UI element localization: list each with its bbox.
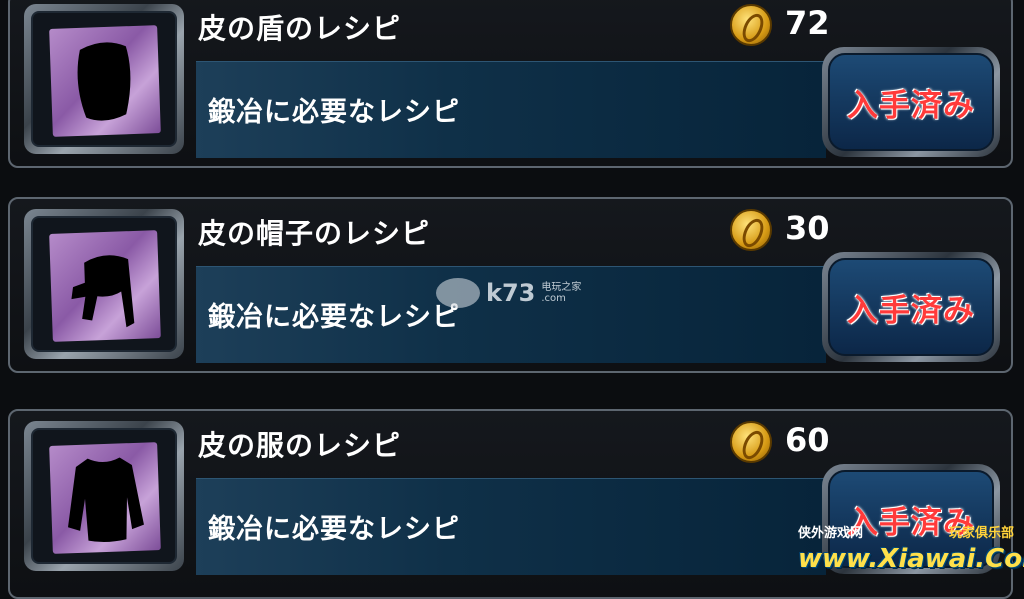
coin-icon bbox=[730, 421, 772, 463]
recipe-name: 皮の服のレシピ bbox=[198, 429, 402, 462]
xiawai-watermark-right: 玩家俱乐部 bbox=[948, 526, 1014, 541]
recipe-description: 鍛冶に必要なレシピ bbox=[208, 514, 460, 545]
coin-icon bbox=[730, 4, 772, 46]
recipe-icon-frame bbox=[24, 209, 184, 359]
recipe-scroll-icon bbox=[49, 25, 161, 137]
recipe-icon-frame bbox=[24, 421, 184, 571]
recipe-cost: 30 bbox=[785, 209, 830, 247]
shield-silhouette-icon bbox=[77, 42, 131, 121]
obtained-button[interactable]: 入手済み bbox=[822, 47, 1000, 157]
clothes-silhouette-icon bbox=[68, 457, 144, 542]
k73-watermark: k73 电玩之家 .com bbox=[436, 278, 581, 308]
hat-silhouette-icon bbox=[71, 255, 135, 328]
xiawai-watermark-url: www.Xiawai.Com bbox=[798, 544, 1024, 574]
recipe-description: 鍛冶に必要なレシピ bbox=[208, 97, 460, 128]
recipe-scroll-icon bbox=[49, 442, 161, 554]
recipe-row: 皮の盾のレシピ 72 鍛冶に必要なレシピ 入手済み bbox=[8, 0, 1013, 168]
xiawai-watermark-left: 侠外游戏网 bbox=[798, 526, 864, 541]
k73-watermark-sub: 电玩之家 bbox=[541, 282, 582, 293]
gamepad-logo-icon bbox=[436, 278, 480, 308]
obtained-button[interactable]: 入手済み bbox=[822, 252, 1000, 362]
description-bar: 鍛冶に必要なレシピ bbox=[196, 478, 826, 575]
recipe-icon-frame bbox=[24, 4, 184, 154]
recipe-name: 皮の帽子のレシピ bbox=[198, 217, 431, 250]
k73-watermark-domain: .com bbox=[541, 293, 566, 304]
description-bar: 鍛冶に必要なレシピ bbox=[196, 61, 826, 158]
coin-icon bbox=[730, 209, 772, 251]
k73-watermark-text: k73 bbox=[486, 279, 536, 307]
recipe-cost: 60 bbox=[785, 421, 830, 459]
recipe-cost: 72 bbox=[785, 4, 830, 42]
recipe-name: 皮の盾のレシピ bbox=[198, 12, 402, 45]
recipe-description: 鍛冶に必要なレシピ bbox=[208, 302, 460, 333]
xiawai-watermark: 侠外游戏网 玩家俱乐部 www.Xiawai.Com bbox=[798, 522, 1024, 586]
recipe-scroll-icon bbox=[49, 230, 161, 342]
obtained-button-label: 入手済み bbox=[847, 292, 975, 329]
obtained-button-label: 入手済み bbox=[847, 87, 975, 124]
